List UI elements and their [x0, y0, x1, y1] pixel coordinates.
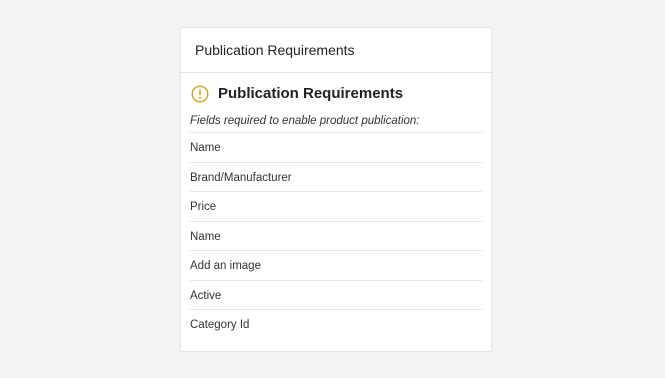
publication-requirements-card: Publication Requirements Publication Req… [180, 27, 492, 352]
section-title-text: Publication Requirements [218, 85, 404, 102]
requirements-list: Name Brand/Manufacturer Price Name Add a… [190, 133, 482, 340]
card-header: Publication Requirements [181, 28, 491, 73]
warning-circle-icon [191, 85, 209, 102]
requirements-subtitle: Fields required to enable product public… [190, 113, 482, 133]
card-header-title: Publication Requirements [195, 42, 355, 58]
requirement-item: Brand/Manufacturer [190, 163, 482, 192]
card-body: Publication Requirements Fields required… [181, 73, 491, 340]
requirement-item: Name [190, 222, 482, 251]
requirement-item: Name [190, 133, 482, 163]
section-title: Publication Requirements [190, 73, 482, 113]
requirement-item: Active [190, 281, 482, 310]
requirement-item: Price [190, 192, 482, 222]
requirement-item: Add an image [190, 251, 482, 281]
requirement-item: Category Id [190, 319, 250, 331]
